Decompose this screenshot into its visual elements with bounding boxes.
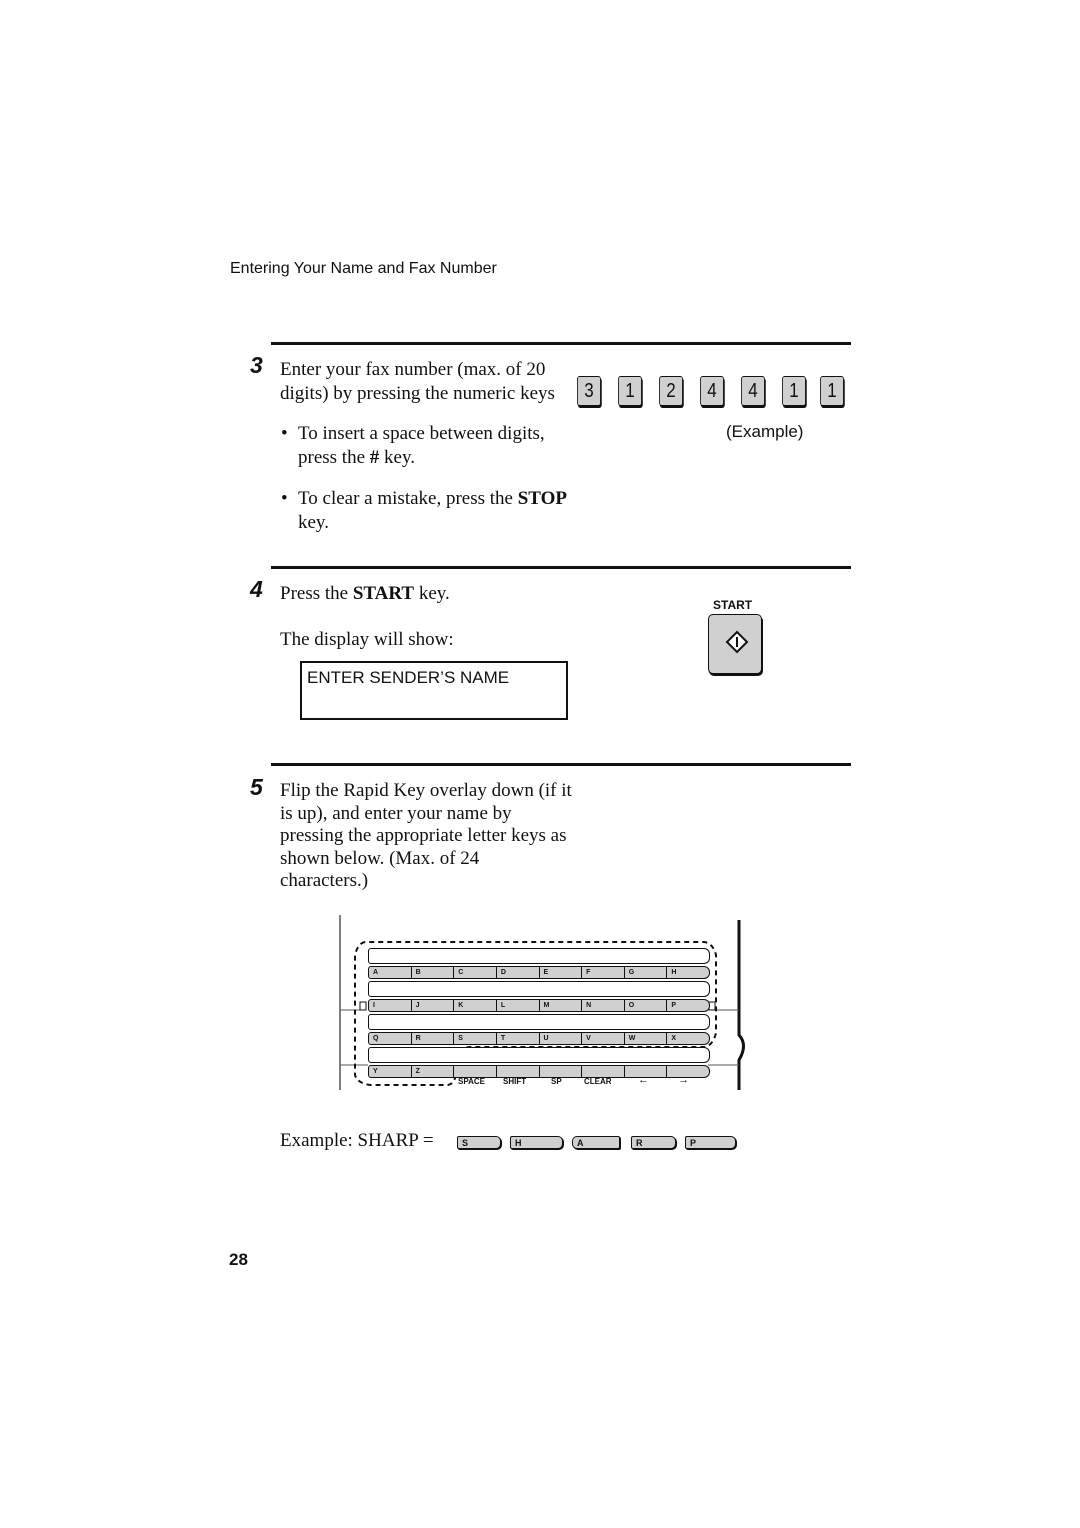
letter-key-m: M (540, 1000, 583, 1011)
bullet-text: press the # key. (298, 446, 545, 470)
page-number: 28 (229, 1250, 248, 1269)
key-row-a-h: A B C D E F G H (368, 966, 710, 979)
shift-key-label: SHIFT (503, 1077, 527, 1086)
numeric-key-1: 1 (782, 376, 806, 406)
letter-key-t: T (497, 1033, 540, 1044)
key-row-y-z-functions: Y Z (368, 1065, 710, 1078)
step5-line: characters.) (280, 870, 369, 891)
numeric-key-3: 3 (577, 376, 601, 406)
step5-line: pressing the appropriate letter keys as (280, 825, 567, 846)
letter-key-p: P (671, 1002, 677, 1009)
hash-key-name: # (369, 447, 380, 468)
letter-key-u: U (540, 1033, 583, 1044)
example-key-s: S (457, 1136, 501, 1149)
blank-label-strip (368, 1047, 710, 1063)
step5-line: Flip the Rapid Key overlay down (if it (280, 780, 572, 801)
numeric-key-4: 4 (741, 376, 765, 406)
numeric-key-2: 2 (659, 376, 683, 406)
display-intro: The display will show: (280, 629, 454, 650)
sp-key (540, 1066, 583, 1077)
step4-instruction: Press the START key. (280, 582, 450, 606)
bullet-text: To clear a mistake, press the STOP (298, 487, 567, 511)
section-divider (271, 566, 851, 569)
rapid-key-overlay-diagram: A B C D E F G H I J K L M N O P Q R S T … (330, 915, 760, 1095)
start-diamond-icon (725, 630, 749, 654)
left-arrow-icon: ← (638, 1074, 649, 1086)
bullet-text-part: To clear a mistake, press the (298, 488, 518, 509)
page-header: Entering Your Name and Fax Number (230, 260, 497, 277)
step-number-3: 3 (250, 352, 263, 378)
step5-line: is up), and enter your name by (280, 802, 512, 824)
letter-key-f: F (582, 967, 625, 978)
key-row-q-x: Q R S T U V W X (368, 1032, 710, 1045)
shift-key (497, 1066, 540, 1077)
bullet-insert-space: • To insert a space between digits, pres… (281, 422, 545, 470)
letter-key-o: O (625, 1000, 668, 1011)
letter-key-x: X (671, 1035, 677, 1042)
right-arrow-icon: → (678, 1074, 689, 1086)
letter-key-y: Y (369, 1066, 412, 1077)
letter-key-q: Q (369, 1033, 412, 1044)
step4-text-part: Press the (280, 583, 353, 604)
example-key-a: A (572, 1136, 620, 1149)
blank-label-strip (368, 1014, 710, 1030)
stop-key-name: STOP (517, 488, 568, 509)
step3-line2: digits) by pressing the numeric keys (280, 383, 555, 404)
lcd-display-text: ENTER SENDER’S NAME (307, 668, 510, 687)
letter-key-v: V (582, 1033, 625, 1044)
letter-key-k: K (454, 1000, 497, 1011)
sharp-example-label: Example: SHARP = (280, 1130, 434, 1151)
section-divider (271, 763, 851, 766)
letter-key-w: W (625, 1033, 668, 1044)
letter-key-h: H (671, 969, 677, 976)
blank-label-strip (368, 948, 710, 964)
blank-label-strip (368, 981, 710, 997)
numeric-key-4: 4 (700, 376, 724, 406)
step-number-4: 4 (250, 576, 263, 602)
start-key-label: START (713, 598, 753, 612)
bullet-text: key. (298, 512, 329, 533)
example-caption: (Example) (726, 422, 804, 441)
letter-key-s: S (454, 1033, 497, 1044)
letter-key-r: R (412, 1033, 455, 1044)
bullet-clear-mistake: • To clear a mistake, press the STOP key… (281, 487, 567, 535)
space-key-label: SPACE (458, 1077, 485, 1086)
letter-key-z: Z (412, 1066, 455, 1077)
key-row-i-p: I J K L M N O P (368, 999, 710, 1012)
step5-instruction: Flip the Rapid Key overlay down (if it i… (280, 780, 572, 893)
bullet-text-part: press the (298, 447, 370, 468)
letter-key-a: A (369, 967, 412, 978)
example-key-h: H (510, 1136, 563, 1149)
example-key-r: R (631, 1136, 676, 1149)
letter-key-e: E (540, 967, 583, 978)
numeric-key-1: 1 (618, 376, 642, 406)
letter-key-l: L (497, 1000, 540, 1011)
space-key (454, 1066, 497, 1077)
start-key-name: START (352, 583, 415, 604)
sp-key-label: SP (551, 1077, 562, 1086)
step4-text-part: key. (414, 583, 450, 604)
clear-key (582, 1066, 625, 1077)
start-key (708, 614, 762, 674)
clear-key-label: CLEAR (584, 1077, 612, 1086)
numeric-key-1: 1 (820, 376, 844, 406)
letter-key-j: J (412, 1000, 455, 1011)
bullet-text-part: key. (379, 447, 415, 468)
letter-key-i: I (369, 1000, 412, 1011)
step-number-5: 5 (250, 774, 263, 800)
step3-line1: Enter your fax number (max. of 20 (280, 359, 546, 380)
step3-instruction: Enter your fax number (max. of 20 digits… (280, 358, 555, 406)
example-key-p: P (685, 1136, 736, 1149)
step5-line: shown below. (Max. of 24 (280, 847, 480, 869)
bullet-icon: • (281, 488, 288, 509)
letter-key-g: G (625, 967, 668, 978)
section-divider (271, 342, 851, 345)
bullet-icon: • (281, 423, 288, 444)
bullet-text: To insert a space between digits, (298, 423, 545, 444)
letter-key-b: B (412, 967, 455, 978)
letter-key-c: C (454, 967, 497, 978)
letter-key-n: N (582, 1000, 625, 1011)
letter-key-d: D (497, 967, 540, 978)
